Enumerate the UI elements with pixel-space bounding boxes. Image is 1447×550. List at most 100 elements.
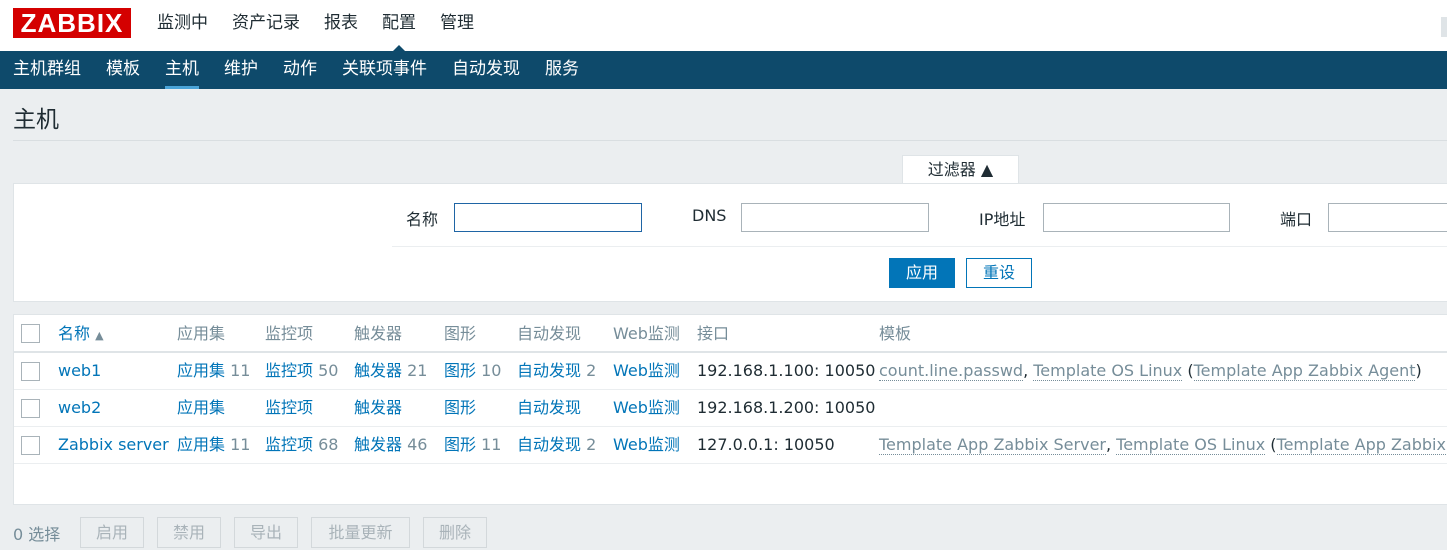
host-name-link[interactable]: web2 [58,390,101,426]
graphs-link[interactable]: 图形 [444,361,476,380]
mass-update-button[interactable]: 批量更新 [311,517,410,548]
row-checkbox[interactable] [21,399,40,418]
items-link[interactable]: 监控项 [265,361,313,380]
template-separator: ) [1415,361,1422,380]
discovery-link[interactable]: 自动发现 [517,398,581,417]
filter-panel: 名称 DNS IP地址 端口 应用 重设 [13,183,1447,302]
graphs-cell: 图形 10 [444,353,501,389]
filter-ip-input[interactable] [1043,203,1230,232]
filter-name-label: 名称 [406,210,439,229]
discovery-link[interactable]: 自动发现 [517,435,581,454]
sub-nav-discovery[interactable]: 自动发现 [452,51,520,89]
web-link[interactable]: Web监测 [613,353,680,389]
host-name-link[interactable]: Zabbix server [58,427,169,463]
filter-dns-label: DNS [692,206,727,225]
template-link[interactable]: Template OS Linux [1116,435,1266,455]
filter-port-input[interactable] [1328,203,1447,232]
discovery-count: 2 [586,361,597,380]
column-triggers-header: 触发器 [354,324,403,343]
filter-name-input[interactable] [454,203,642,232]
sub-nav-event-correlation[interactable]: 关联项事件 [342,51,427,89]
sub-nav-templates[interactable]: 模板 [106,51,140,89]
sort-ascending-icon: ▲ [95,329,104,342]
apps-count: 11 [230,361,251,380]
templates-cell: count.line.passwd, Template OS Linux (Te… [879,353,1422,389]
graphs-count: 10 [481,361,502,380]
hosts-table: 名称 ▲ 应用集 监控项 触发器 图形 自动发现 Web监测 接口 模板 web… [13,314,1447,505]
triggers-cell: 触发器 21 [354,353,427,389]
apps-cell: 应用集 11 [177,353,250,389]
graphs-link[interactable]: 图形 [444,398,476,417]
items-link[interactable]: 监控项 [265,398,313,417]
sub-nav-host-groups[interactable]: 主机群组 [13,51,81,89]
template-link[interactable]: Template OS Linux [1033,361,1183,381]
template-separator: ( [1182,361,1194,380]
template-link[interactable]: Template App Zabbix Server [879,435,1106,455]
table-row: web2 应用集 监控项 触发器 图形 自动发现 Web监测 192.168.1… [14,390,1447,427]
zabbix-logo[interactable]: ZABBIX [13,8,131,38]
sub-nav-hosts[interactable]: 主机 [165,51,199,89]
column-apps-header: 应用集 [177,324,226,343]
delete-button[interactable]: 删除 [423,517,487,548]
sub-nav-actions[interactable]: 动作 [283,51,317,89]
triggers-link[interactable]: 触发器 [354,361,402,380]
discovery-cell: 自动发现 2 [517,427,596,463]
items-link[interactable]: 监控项 [265,435,313,454]
disable-button[interactable]: 禁用 [157,517,221,548]
top-right-control[interactable] [1441,17,1447,37]
graphs-count: 11 [481,435,502,454]
apps-link[interactable]: 应用集 [177,398,225,417]
triggers-link[interactable]: 触发器 [354,435,402,454]
apply-button[interactable]: 应用 [889,258,955,288]
row-checkbox[interactable] [21,436,40,455]
title-divider [13,140,1447,141]
main-nav-monitoring[interactable]: 监测中 [157,0,208,51]
apps-link[interactable]: 应用集 [177,435,225,454]
main-nav-administration[interactable]: 管理 [440,0,474,51]
enable-button[interactable]: 启用 [80,517,144,548]
discovery-link[interactable]: 自动发现 [517,361,581,380]
column-items-header: 监控项 [265,324,314,343]
template-link[interactable]: Template App Zabbix Ag [1276,435,1447,455]
items-count: 68 [318,435,339,454]
column-interface-header: 接口 [697,324,730,343]
web-link[interactable]: Web监测 [613,427,680,463]
items-cell: 监控项 68 [265,427,338,463]
template-link[interactable]: Template App Zabbix Agent [1193,361,1416,381]
graphs-cell: 图形 11 [444,427,501,463]
reset-button[interactable]: 重设 [966,258,1032,288]
row-checkbox[interactable] [21,362,40,381]
export-button[interactable]: 导出 [234,517,298,548]
items-cell: 监控项 50 [265,353,338,389]
apps-count: 11 [230,435,251,454]
filter-tab[interactable]: 过滤器 ▲ [902,155,1019,184]
main-nav: 监测中 资产记录 报表 配置 管理 [157,0,498,51]
table-header-row: 名称 ▲ 应用集 监控项 触发器 图形 自动发现 Web监测 接口 模板 [14,315,1447,353]
template-separator: ( [1265,435,1277,454]
triggers-cell: 触发器 46 [354,427,427,463]
host-name-link[interactable]: web1 [58,353,101,389]
graphs-link[interactable]: 图形 [444,435,476,454]
graphs-cell: 图形 [444,390,476,426]
column-discovery-header: 自动发现 [517,324,582,343]
main-nav-reports[interactable]: 报表 [324,0,358,51]
template-separator: , [1023,361,1034,380]
column-name-label[interactable]: 名称 [58,324,90,343]
column-templates-header: 模板 [879,324,912,343]
sub-nav-services[interactable]: 服务 [545,51,579,89]
filter-dns-input[interactable] [741,203,929,232]
items-count: 50 [318,361,339,380]
interface-cell: 192.168.1.200: 10050 [697,398,876,417]
apps-link[interactable]: 应用集 [177,361,225,380]
apps-cell: 应用集 11 [177,427,250,463]
main-nav-inventory[interactable]: 资产记录 [232,0,300,51]
column-web-header: Web监测 [613,324,680,343]
select-all-checkbox[interactable] [21,324,40,343]
column-name-header[interactable]: 名称 ▲ [58,315,104,354]
filter-divider [392,246,1447,247]
template-link[interactable]: count.line.passwd [879,361,1024,381]
web-link[interactable]: Web监测 [613,390,680,426]
triggers-link[interactable]: 触发器 [354,398,402,417]
sub-nav-maintenance[interactable]: 维护 [224,51,258,89]
main-nav-configuration[interactable]: 配置 [382,0,416,51]
